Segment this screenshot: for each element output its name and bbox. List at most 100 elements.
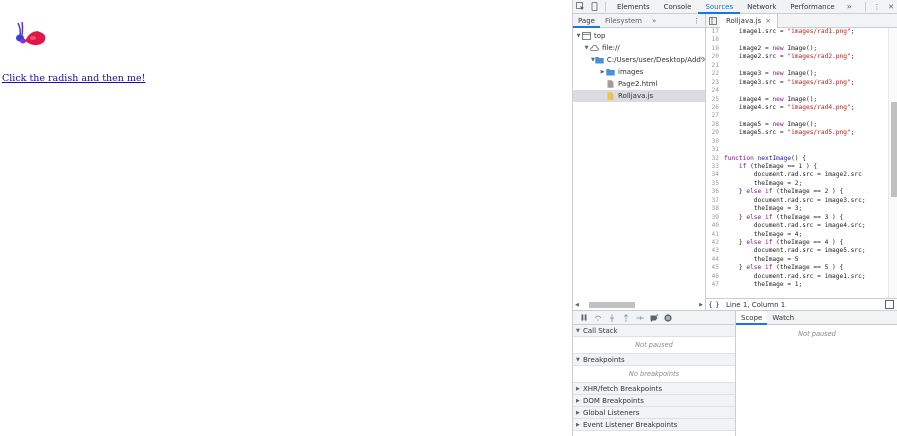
code-line[interactable]: 35 theImage = 2; [706,180,888,188]
tab-page[interactable]: Page [573,14,600,28]
tree-item-rolljava-js[interactable]: Rolljava.js [573,90,705,102]
line-number[interactable]: 46 [706,273,724,281]
deactivate-breakpoints-icon[interactable] [647,312,661,324]
line-number[interactable]: 24 [706,87,724,95]
scrollbar-thumb[interactable] [891,102,897,197]
line-number[interactable]: 19 [706,45,724,53]
collapsed-caret-icon[interactable]: ▶ [576,398,583,404]
tab-scope[interactable]: Scope [736,310,768,325]
collapsed-caret-icon[interactable]: ▶ [576,386,583,392]
code-line[interactable]: 27 [706,112,888,120]
expanded-caret-icon[interactable]: ▼ [575,33,582,39]
code-line[interactable]: 22 image3 = new Image(); [706,70,888,78]
line-number[interactable]: 45 [706,264,724,272]
inspect-element-icon[interactable] [573,0,587,14]
code-line[interactable]: 43 document.rad.src = image5.src; [706,247,888,255]
section-header-dom-breakpoints[interactable]: ▶ DOM Breakpoints [573,395,735,407]
close-tab-icon[interactable]: × [765,14,771,28]
line-number[interactable]: 30 [706,138,724,146]
line-number[interactable]: 36 [706,188,724,196]
code-vertical-scrollbar[interactable] [888,28,897,298]
line-number[interactable]: 29 [706,129,724,137]
line-number[interactable]: 34 [706,171,724,179]
toggle-navigator-icon[interactable] [706,14,720,28]
code-line[interactable]: 19 image2 = new Image(); [706,45,888,53]
kebab-menu-icon[interactable]: ⋮ [870,0,884,14]
tree-item-file-origin[interactable]: ▼ file:// [573,42,705,54]
tab-performance[interactable]: Performance [783,0,841,14]
tab-console[interactable]: Console [657,0,699,14]
tree-item-desktop-folder[interactable]: ▼ C:/Users/user/Desktop/Add%20 [573,54,705,66]
collapsed-caret-icon[interactable]: ▶ [599,69,606,75]
close-devtools-icon[interactable]: ✕ [884,0,897,14]
code-line[interactable]: 25 image4 = new Image(); [706,96,888,104]
line-number[interactable]: 27 [706,112,724,120]
code-line[interactable]: 32 function nextImage() { [706,155,888,163]
scroll-left-icon[interactable]: ◀ [575,302,579,308]
code-line[interactable]: 41 theImage = 4; [706,231,888,239]
section-header-global-listeners[interactable]: ▶ Global Listeners [573,407,735,419]
code-line[interactable]: 24 [706,87,888,95]
pause-icon[interactable] [577,312,591,324]
scroll-right-icon[interactable]: ▶ [699,302,703,308]
section-header-call-stack[interactable]: ▼ Call Stack [573,325,735,337]
collapsed-caret-icon[interactable]: ▶ [576,410,583,416]
code-line[interactable]: 23 image3.src = "images/rad3.png"; [706,79,888,87]
line-number[interactable]: 26 [706,104,724,112]
more-tabs-icon[interactable]: » [842,2,857,11]
line-number[interactable]: 38 [706,205,724,213]
expanded-caret-icon[interactable]: ▼ [576,328,583,334]
code-line[interactable]: 33 if (theImage == 1 ) { [706,163,888,171]
code-line[interactable]: 26 image4.src = "images/rad4.png"; [706,104,888,112]
line-number[interactable]: 18 [706,36,724,44]
code-line[interactable]: 18 [706,36,888,44]
pretty-print-button[interactable]: { } [706,301,722,309]
line-number[interactable]: 28 [706,121,724,129]
tree-item-images-folder[interactable]: ▶ images [573,66,705,78]
tab-elements[interactable]: Elements [610,0,657,14]
code-line[interactable]: 42 } else if (theImage == 4 ) { [706,239,888,247]
code-line[interactable]: 37 document.rad.src = image3.src; [706,197,888,205]
line-number[interactable]: 25 [706,96,724,104]
code-line[interactable]: 44 theImage = 5 [706,256,888,264]
line-number[interactable]: 22 [706,70,724,78]
editor-tab-rolljava[interactable]: Rolljava.js × [720,13,779,28]
line-number[interactable]: 17 [706,28,724,36]
tab-watch[interactable]: Watch [767,311,799,325]
code-line[interactable]: 29 image5.src = "images/rad5.png"; [706,129,888,137]
section-header-event-listener-breakpoints[interactable]: ▶ Event Listener Breakpoints [573,419,735,431]
code-line[interactable]: 46 document.rad.src = image1.src; [706,273,888,281]
code-line[interactable]: 45 } else if (theImage == 5 ) { [706,264,888,272]
code-line[interactable]: 36 } else if (theImage == 2 ) { [706,188,888,196]
step-into-icon[interactable] [605,312,619,324]
tree-item-page2-html[interactable]: Page2.html [573,78,705,90]
radish-image[interactable] [12,19,52,49]
line-number[interactable]: 40 [706,222,724,230]
navigator-horizontal-scrollbar[interactable]: ◀ ▶ [573,300,705,310]
tab-network[interactable]: Network [740,0,783,14]
code-line[interactable]: 28 image5 = new Image(); [706,121,888,129]
code-line[interactable]: 34 document.rad.src = image2.src [706,171,888,179]
device-toolbar-icon[interactable] [587,0,601,14]
coverage-icon[interactable] [885,300,894,309]
code-line[interactable]: 31 [706,146,888,154]
code-line[interactable]: 39 } else if (theImage == 3 ) { [706,214,888,222]
line-number[interactable]: 43 [706,247,724,255]
scrollbar-thumb[interactable] [588,302,635,308]
line-number[interactable]: 47 [706,281,724,289]
code-line[interactable]: 20 image2.src = "images/rad2.png"; [706,53,888,61]
step-over-icon[interactable] [591,312,605,324]
pause-on-exceptions-icon[interactable] [661,312,675,324]
line-number[interactable]: 33 [706,163,724,171]
code-line[interactable]: 40 document.rad.src = image4.src; [706,222,888,230]
collapsed-caret-icon[interactable]: ▶ [576,422,583,428]
line-number[interactable]: 23 [706,79,724,87]
expanded-caret-icon[interactable]: ▼ [576,357,583,363]
navigator-menu-icon[interactable]: ⋮ [688,14,705,28]
code-area[interactable]: 17 image1.src = "images/rad1.png"; 18 19 i… [706,28,888,298]
section-header-xhr-fetch-breakpoints[interactable]: ▶ XHR/fetch Breakpoints [573,383,735,395]
code-line[interactable]: 47 theImage = 1; [706,281,888,289]
radish-link[interactable]: Click the radish and then me! [2,73,145,84]
more-navigator-tabs-icon[interactable]: » [647,14,661,28]
line-number[interactable]: 21 [706,62,724,70]
